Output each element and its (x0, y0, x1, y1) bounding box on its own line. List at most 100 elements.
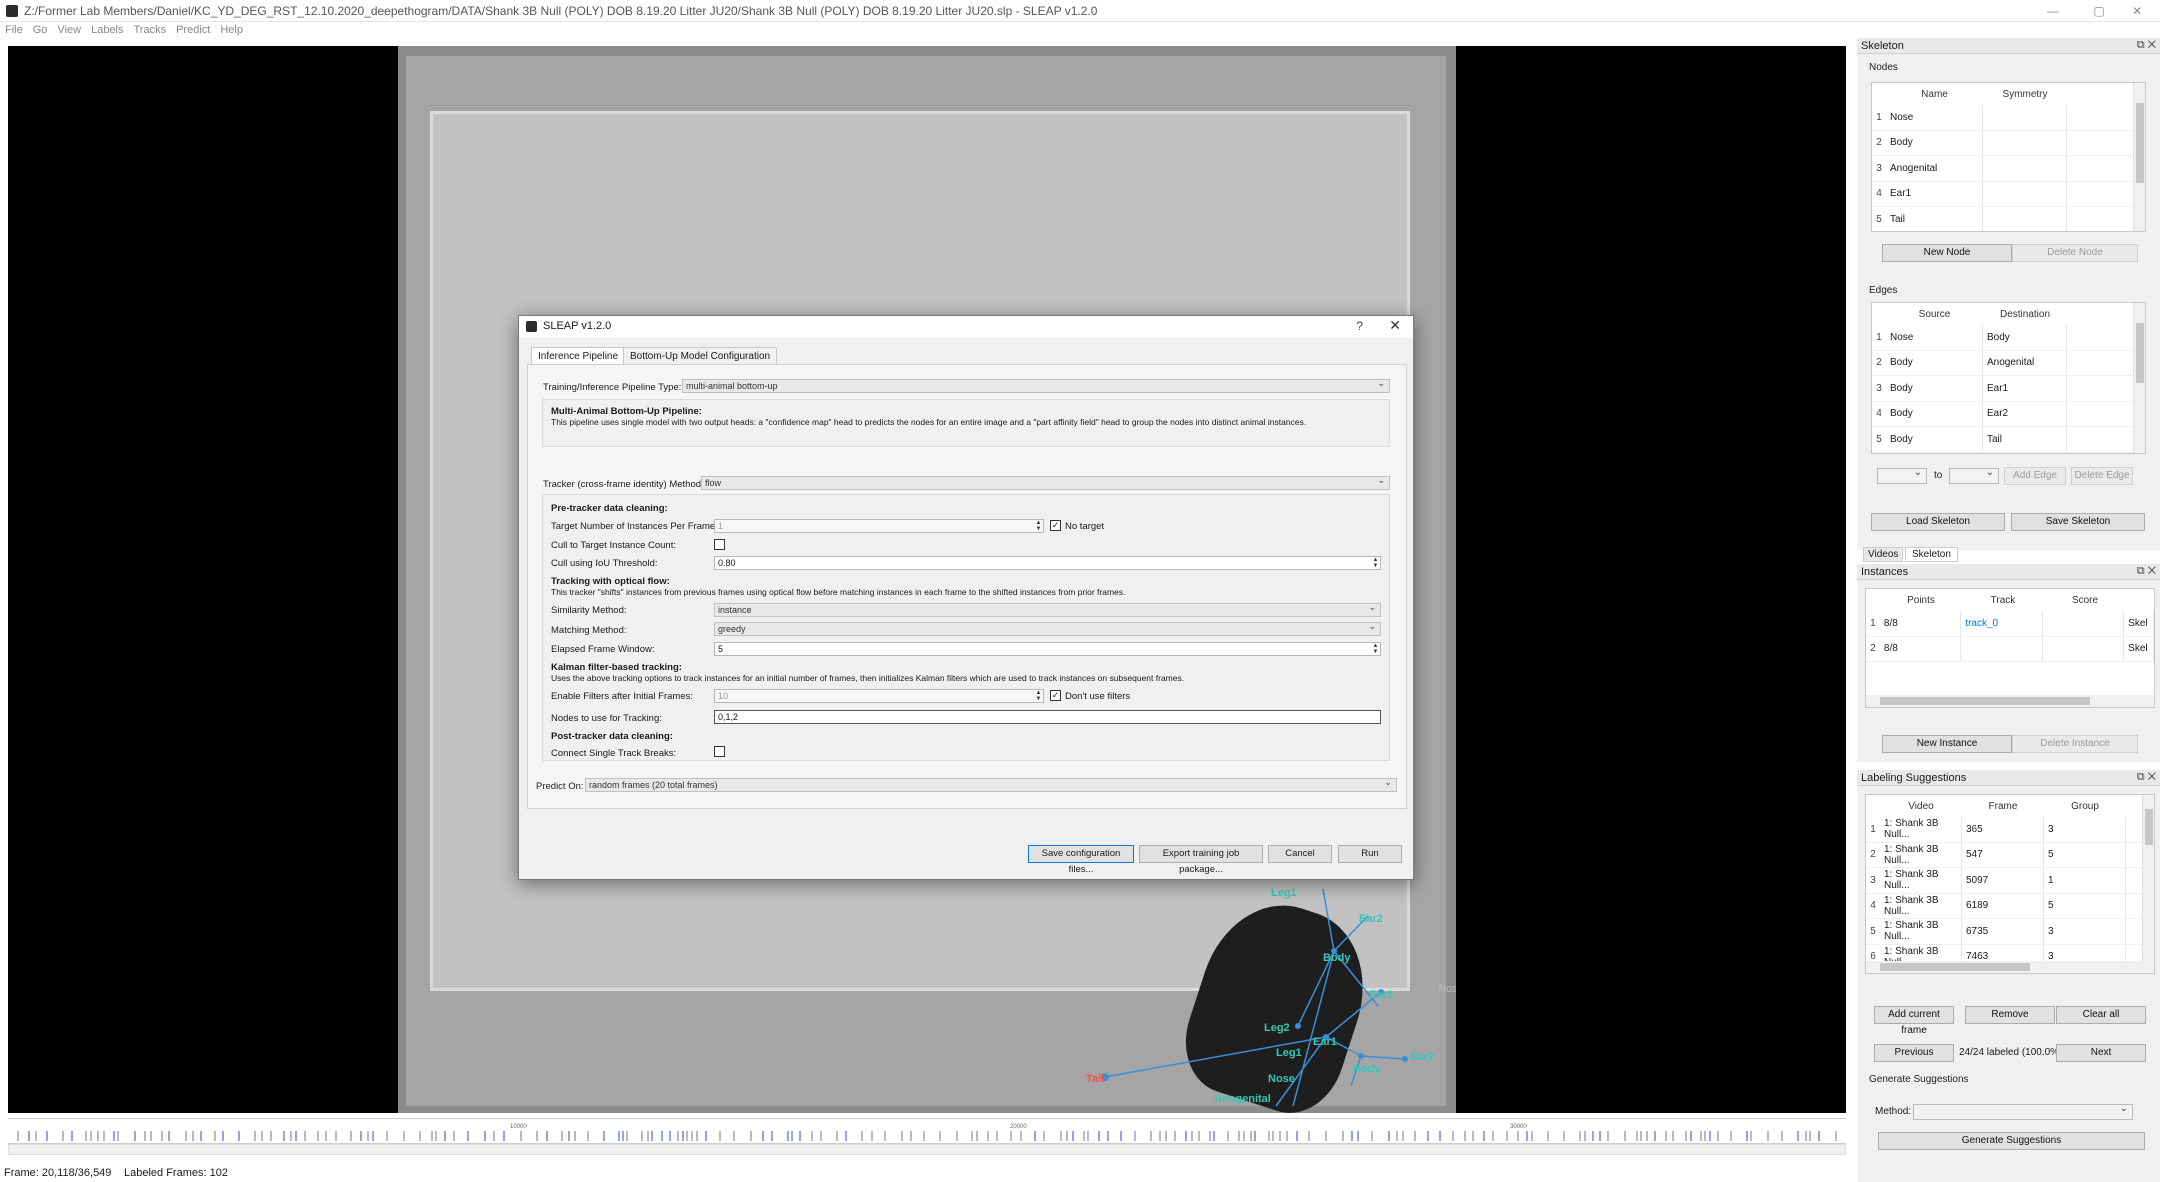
new-instance-button[interactable]: New Instance (1882, 735, 2012, 753)
suggestions-scrollbar[interactable] (2142, 795, 2154, 961)
dock-float-close-icons[interactable]: ⧉ ✕ (2137, 39, 2156, 52)
column-header-video[interactable]: Video (1880, 801, 1962, 812)
dock-float-close-icons[interactable]: ⧉ ✕ (2137, 771, 2156, 784)
table-row[interactable]: 2 1: Shank 3B Null... 547 5 (1866, 842, 2154, 868)
menu-file[interactable]: File (0, 22, 28, 38)
table-row[interactable]: 1 1: Shank 3B Null... 365 3 (1866, 817, 2154, 843)
column-header-source[interactable]: Source (1886, 309, 1983, 320)
tab-inference-pipeline[interactable]: Inference Pipeline (531, 347, 626, 365)
tab-bottom-up-config[interactable]: Bottom-Up Model Configuration (623, 347, 778, 365)
column-header-points[interactable]: Points (1880, 595, 1962, 606)
matching-method-select[interactable]: greedy (714, 620, 1381, 636)
minimize-button[interactable]: — (2030, 2, 2076, 20)
clear-all-button[interactable]: Clear all (2056, 1006, 2146, 1024)
nodes-table[interactable]: Name Symmetry 1 Nose 2 Body 3 Anogenital 4 Ear1… (1871, 82, 2146, 232)
sleap-app-icon (6, 5, 18, 17)
frame-window-spinbox[interactable]: 5 ▲ ▼ (714, 642, 1381, 656)
edge-source-select[interactable] (1877, 466, 1927, 484)
close-window-button[interactable]: ✕ (2114, 2, 2160, 20)
column-header-name[interactable]: Name (1886, 89, 1983, 100)
frame-timeline[interactable]: 10000 20000 30000 (8, 1118, 1846, 1144)
dont-use-filters-checkbox[interactable]: ✓ (1050, 690, 1061, 701)
edge-destination-select[interactable] (1949, 466, 1999, 484)
save-configuration-button[interactable]: Save configuration files... (1028, 845, 1134, 875)
spin-arrows-icon[interactable]: ▲ ▼ (1034, 520, 1043, 532)
tracking-nodes-input[interactable]: 0,1,2 (714, 710, 1381, 724)
connect-breaks-checkbox[interactable] (714, 746, 725, 757)
timeline-scrollbar[interactable] (8, 1144, 1846, 1155)
table-row[interactable]: 3 1: Shank 3B Null... 5097 1 (1866, 868, 2154, 894)
remove-suggestion-button[interactable]: Remove (1965, 1006, 2055, 1024)
previous-suggestion-button[interactable]: Previous (1874, 1044, 1954, 1062)
add-current-frame-button[interactable]: Add current frame (1874, 1006, 1954, 1036)
new-node-button[interactable]: New Node (1882, 244, 2012, 262)
table-row[interactable]: 5 1: Shank 3B Null... 6735 3 (1866, 919, 2154, 945)
table-row[interactable]: 4 Body Ear2 (1872, 401, 2145, 427)
spin-arrows-icon[interactable]: ▲ ▼ (1371, 643, 1380, 655)
tracking-nodes-label: Nodes to use for Tracking: (551, 713, 662, 724)
delete-edge-button[interactable]: Delete Edge (2071, 467, 2133, 485)
table-row[interactable]: 4 1: Shank 3B Null... 6189 5 (1866, 893, 2154, 919)
iou-threshold-spinbox[interactable]: 0.80 ▲ ▼ (714, 556, 1381, 570)
column-header-symmetry[interactable]: Symmetry (1983, 89, 2067, 100)
column-header-track[interactable]: Track (1962, 595, 2044, 606)
leg-node[interactable] (1295, 1023, 1301, 1029)
table-row[interactable]: 2 Body (1872, 130, 2145, 156)
column-header-destination[interactable]: Destination (1983, 309, 2067, 320)
next-suggestion-button[interactable]: Next (2056, 1044, 2146, 1062)
tab-skeleton[interactable]: Skeleton (1905, 547, 1958, 562)
body-node[interactable] (1358, 1053, 1364, 1059)
column-header-frame[interactable]: Frame (1962, 801, 2044, 812)
cull-checkbox[interactable] (714, 539, 725, 550)
target-instances-spinbox[interactable]: 1 ▲ ▼ (714, 519, 1044, 533)
table-row[interactable]: 4 Ear1 (1872, 181, 2145, 207)
suggestions-hscrollbar[interactable] (1866, 961, 2154, 973)
nodes-scrollbar[interactable] (2133, 83, 2145, 231)
suggestion-method-select[interactable] (1913, 1102, 2133, 1120)
cancel-button[interactable]: Cancel (1268, 845, 1332, 863)
enable-filters-spinbox[interactable]: 10 ▲ ▼ (714, 689, 1044, 703)
table-row[interactable]: 2 Body Anogenital (1872, 350, 2145, 376)
export-training-package-button[interactable]: Export training job package... (1139, 845, 1263, 875)
similarity-method-select[interactable]: instance (714, 601, 1381, 617)
menu-go[interactable]: Go (28, 22, 53, 38)
menu-help[interactable]: Help (215, 22, 248, 38)
table-row[interactable]: 2 8/8 Skel (1866, 636, 2154, 662)
column-header-score[interactable]: Score (2044, 595, 2126, 606)
close-icon[interactable]: ✕ (1389, 317, 1401, 334)
table-row[interactable]: 5 Body Tail (1872, 427, 2145, 453)
save-skeleton-button[interactable]: Save Skeleton (2011, 513, 2145, 531)
table-row[interactable]: 3 Anogenital (1872, 156, 2145, 182)
ear-node[interactable] (1402, 1056, 1408, 1062)
spin-arrows-icon[interactable]: ▲ ▼ (1034, 690, 1043, 702)
predict-on-select[interactable]: random frames (20 total frames) (585, 776, 1397, 792)
load-skeleton-button[interactable]: Load Skeleton (1871, 513, 2005, 531)
edges-scrollbar[interactable] (2133, 303, 2145, 453)
table-row[interactable]: 5 Tail (1872, 207, 2145, 231)
tab-videos[interactable]: Videos (1863, 547, 1904, 562)
run-button[interactable]: Run (1338, 845, 1402, 863)
tracker-method-select[interactable]: flow (701, 474, 1390, 490)
suggestions-table[interactable]: Video Frame Group 1 1: Shank 3B Null... 36… (1865, 794, 2155, 974)
table-row[interactable]: 1 8/8 track_0 Skel (1866, 611, 2154, 637)
no-target-checkbox[interactable]: ✓ (1050, 520, 1061, 531)
generate-suggestions-button[interactable]: Generate Suggestions (1878, 1132, 2145, 1150)
table-row[interactable]: 1 Nose Body (1872, 325, 2145, 351)
table-row[interactable]: 1 Nose (1872, 105, 2145, 131)
delete-instance-button[interactable]: Delete Instance (2012, 735, 2138, 753)
delete-node-button[interactable]: Delete Node (2012, 244, 2138, 262)
instances-hscrollbar[interactable] (1866, 695, 2154, 707)
column-header-group[interactable]: Group (2044, 801, 2126, 812)
pipeline-type-select[interactable]: multi-animal bottom-up (682, 377, 1390, 393)
spin-arrows-icon[interactable]: ▲ ▼ (1371, 557, 1380, 569)
dock-float-close-icons[interactable]: ⧉ ✕ (2137, 565, 2156, 578)
table-row[interactable]: 3 Body Ear1 (1872, 376, 2145, 402)
menu-view[interactable]: View (52, 22, 86, 38)
edges-table[interactable]: Source Destination 1 Nose Body 2 Body Anogeni… (1871, 302, 2146, 454)
instances-table[interactable]: Points Track Score 1 8/8 track_0 Skel 2 8/8 Sk… (1865, 588, 2155, 708)
menu-tracks[interactable]: Tracks (129, 22, 172, 38)
help-icon[interactable]: ? (1356, 319, 1363, 333)
add-edge-button[interactable]: Add Edge (2004, 467, 2066, 485)
menu-predict[interactable]: Predict (171, 22, 215, 38)
menu-labels[interactable]: Labels (86, 22, 128, 38)
